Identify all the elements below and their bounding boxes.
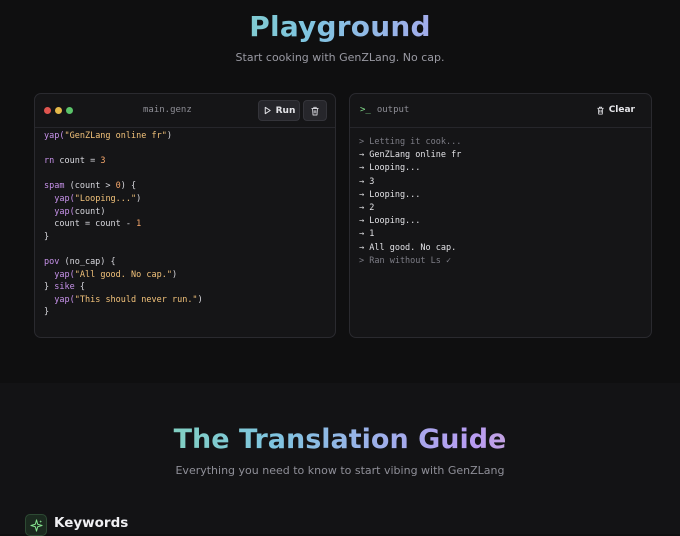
code-line: pov (no_cap) { — [44, 256, 203, 269]
guide-title: The Translation Guide — [0, 424, 680, 455]
code-token: (count > — [64, 181, 116, 192]
output-title: output — [376, 105, 410, 115]
code-line: } — [44, 231, 203, 244]
page-subtitle: Start cooking with GenZLang. No cap. — [235, 51, 445, 64]
output-line: → Looping... — [359, 163, 421, 174]
code-token: spam — [44, 181, 65, 192]
code-textarea[interactable]: yap("GenZLang online fr") rn count = 3 s… — [44, 130, 203, 319]
code-token: yap( — [54, 193, 75, 204]
output-toolbar: >_ output Clear — [350, 94, 651, 128]
code-line: } sike { — [44, 281, 203, 294]
code-token: ) — [136, 193, 142, 204]
code-line: } — [44, 306, 203, 319]
sparkle-icon — [25, 514, 47, 536]
code-token: } — [44, 307, 50, 318]
trash-icon — [597, 106, 604, 115]
run-button[interactable]: Run — [258, 100, 300, 121]
clear-button-label: Clear — [608, 105, 635, 115]
code-line: yap("This should never run.") — [44, 294, 203, 307]
delete-code-button[interactable] — [303, 100, 327, 121]
clear-output-button[interactable]: Clear — [596, 105, 635, 115]
code-token: sike — [54, 282, 75, 293]
window-controls — [44, 107, 73, 114]
code-token: pov — [44, 256, 60, 267]
code-token: count = count - — [44, 219, 137, 230]
code-line: yap("Looping...") — [44, 193, 203, 206]
page-title: Playground — [0, 10, 680, 43]
guide-section — [0, 383, 680, 534]
code-token: } — [44, 282, 55, 293]
code-token: yap( — [44, 131, 65, 141]
code-token: "GenZLang online fr" — [64, 131, 167, 141]
output-line: → Looping... — [359, 216, 421, 227]
output-line: → GenZLang online fr — [359, 150, 462, 161]
editor-filename: main.genz — [143, 105, 192, 115]
code-token: rn — [44, 156, 55, 167]
output-line: → 2 — [359, 203, 375, 214]
code-token: } — [44, 231, 50, 242]
output-panel: >_ output Clear > Letting it cook... → Gen… — [349, 93, 652, 338]
output-line: → 3 — [359, 176, 375, 187]
close-dot-icon — [44, 107, 51, 114]
editor-toolbar: main.genz Run — [35, 94, 335, 128]
code-editor-panel: main.genz Run yap("GenZLang online fr") … — [34, 93, 336, 338]
code-line: yap(count) — [44, 206, 203, 219]
terminal-icon: >_ — [360, 105, 371, 115]
code-line: rn count = 3 — [44, 155, 203, 168]
output-console: > Letting it cook... → GenZLang online fr… — [359, 136, 461, 268]
run-button-label: Run — [275, 105, 296, 116]
code-token: "This should never run." — [74, 294, 198, 305]
code-token: 1 — [136, 219, 142, 230]
output-line: > Letting it cook... — [359, 137, 462, 147]
output-line: → Looping... — [359, 189, 421, 200]
code-token: yap( — [54, 206, 75, 217]
code-token: ) { — [120, 181, 137, 192]
keywords-section-title: Keywords — [54, 515, 129, 531]
output-line: > Ran without Ls ✓ — [359, 255, 452, 266]
guide-subtitle: Everything you need to know to start vib… — [175, 464, 505, 477]
code-token: "Looping..." — [74, 193, 137, 204]
code-token: ) — [166, 131, 172, 141]
code-token: yap( — [54, 269, 75, 280]
code-line: spam (count > 0) { — [44, 180, 203, 193]
output-header: >_ output — [360, 105, 409, 115]
maximize-dot-icon — [66, 107, 73, 114]
code-token: count) — [74, 206, 106, 217]
code-line: yap("All good. No cap.") — [44, 269, 203, 282]
code-token: (no_cap) { — [59, 256, 116, 267]
code-token: { — [74, 282, 85, 293]
code-token: 3 — [100, 156, 106, 167]
code-token: ) — [197, 294, 203, 305]
code-token: "All good. No cap." — [74, 269, 172, 280]
code-token: count = — [54, 156, 101, 167]
play-icon — [264, 106, 271, 115]
output-line: → All good. No cap. — [359, 242, 457, 253]
code-line: count = count - 1 — [44, 218, 203, 231]
code-token: ) — [171, 269, 178, 280]
code-token: yap( — [54, 294, 75, 305]
trash-icon — [311, 106, 319, 115]
code-line: yap("GenZLang online fr") — [44, 130, 203, 143]
minimize-dot-icon — [55, 107, 62, 114]
output-line: → 1 — [359, 229, 375, 240]
